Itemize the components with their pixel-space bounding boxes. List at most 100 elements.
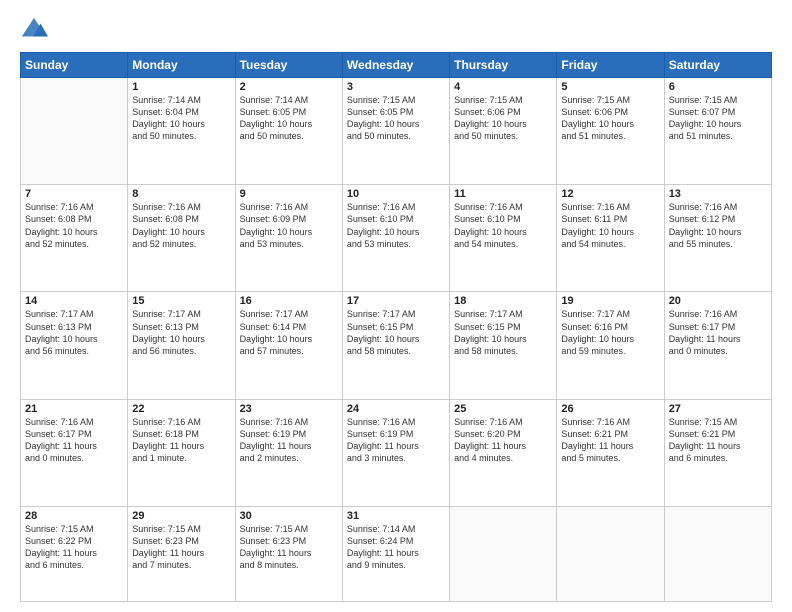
day-number: 9 xyxy=(240,188,338,200)
day-info: Sunrise: 7:17 AM Sunset: 6:13 PM Dayligh… xyxy=(132,308,230,357)
calendar-cell: 31Sunrise: 7:14 AM Sunset: 6:24 PM Dayli… xyxy=(342,506,449,601)
day-info: Sunrise: 7:15 AM Sunset: 6:21 PM Dayligh… xyxy=(669,416,767,465)
calendar-cell: 5Sunrise: 7:15 AM Sunset: 6:06 PM Daylig… xyxy=(557,78,664,185)
calendar-cell: 3Sunrise: 7:15 AM Sunset: 6:05 PM Daylig… xyxy=(342,78,449,185)
day-number: 24 xyxy=(347,403,445,415)
day-info: Sunrise: 7:17 AM Sunset: 6:13 PM Dayligh… xyxy=(25,308,123,357)
day-info: Sunrise: 7:14 AM Sunset: 6:24 PM Dayligh… xyxy=(347,523,445,572)
day-number: 26 xyxy=(561,403,659,415)
day-info: Sunrise: 7:16 AM Sunset: 6:11 PM Dayligh… xyxy=(561,201,659,250)
header xyxy=(20,16,772,44)
day-number: 25 xyxy=(454,403,552,415)
calendar-header-wednesday: Wednesday xyxy=(342,53,449,78)
day-number: 13 xyxy=(669,188,767,200)
page: SundayMondayTuesdayWednesdayThursdayFrid… xyxy=(0,0,792,612)
calendar-header-friday: Friday xyxy=(557,53,664,78)
day-number: 6 xyxy=(669,81,767,93)
day-info: Sunrise: 7:16 AM Sunset: 6:09 PM Dayligh… xyxy=(240,201,338,250)
day-info: Sunrise: 7:17 AM Sunset: 6:16 PM Dayligh… xyxy=(561,308,659,357)
day-info: Sunrise: 7:16 AM Sunset: 6:21 PM Dayligh… xyxy=(561,416,659,465)
calendar-header-monday: Monday xyxy=(128,53,235,78)
calendar-header-saturday: Saturday xyxy=(664,53,771,78)
day-number: 16 xyxy=(240,295,338,307)
day-info: Sunrise: 7:17 AM Sunset: 6:15 PM Dayligh… xyxy=(454,308,552,357)
day-info: Sunrise: 7:16 AM Sunset: 6:18 PM Dayligh… xyxy=(132,416,230,465)
day-info: Sunrise: 7:17 AM Sunset: 6:14 PM Dayligh… xyxy=(240,308,338,357)
calendar-cell: 18Sunrise: 7:17 AM Sunset: 6:15 PM Dayli… xyxy=(450,292,557,399)
day-info: Sunrise: 7:16 AM Sunset: 6:19 PM Dayligh… xyxy=(347,416,445,465)
calendar-cell: 28Sunrise: 7:15 AM Sunset: 6:22 PM Dayli… xyxy=(21,506,128,601)
day-info: Sunrise: 7:15 AM Sunset: 6:23 PM Dayligh… xyxy=(132,523,230,572)
calendar-cell xyxy=(450,506,557,601)
day-number: 20 xyxy=(669,295,767,307)
calendar-cell xyxy=(557,506,664,601)
day-number: 27 xyxy=(669,403,767,415)
day-info: Sunrise: 7:16 AM Sunset: 6:10 PM Dayligh… xyxy=(454,201,552,250)
calendar-cell: 17Sunrise: 7:17 AM Sunset: 6:15 PM Dayli… xyxy=(342,292,449,399)
day-number: 15 xyxy=(132,295,230,307)
calendar-week-row: 1Sunrise: 7:14 AM Sunset: 6:04 PM Daylig… xyxy=(21,78,772,185)
calendar-header-thursday: Thursday xyxy=(450,53,557,78)
calendar-cell: 20Sunrise: 7:16 AM Sunset: 6:17 PM Dayli… xyxy=(664,292,771,399)
logo xyxy=(20,16,52,44)
calendar-cell: 12Sunrise: 7:16 AM Sunset: 6:11 PM Dayli… xyxy=(557,185,664,292)
calendar-cell: 27Sunrise: 7:15 AM Sunset: 6:21 PM Dayli… xyxy=(664,399,771,506)
calendar-cell: 29Sunrise: 7:15 AM Sunset: 6:23 PM Dayli… xyxy=(128,506,235,601)
day-number: 12 xyxy=(561,188,659,200)
day-info: Sunrise: 7:15 AM Sunset: 6:07 PM Dayligh… xyxy=(669,94,767,143)
calendar-cell: 23Sunrise: 7:16 AM Sunset: 6:19 PM Dayli… xyxy=(235,399,342,506)
calendar-header-sunday: Sunday xyxy=(21,53,128,78)
calendar-header-row: SundayMondayTuesdayWednesdayThursdayFrid… xyxy=(21,53,772,78)
day-info: Sunrise: 7:16 AM Sunset: 6:20 PM Dayligh… xyxy=(454,416,552,465)
day-info: Sunrise: 7:15 AM Sunset: 6:05 PM Dayligh… xyxy=(347,94,445,143)
day-number: 8 xyxy=(132,188,230,200)
day-number: 17 xyxy=(347,295,445,307)
day-number: 10 xyxy=(347,188,445,200)
calendar-header-tuesday: Tuesday xyxy=(235,53,342,78)
day-info: Sunrise: 7:16 AM Sunset: 6:19 PM Dayligh… xyxy=(240,416,338,465)
day-number: 7 xyxy=(25,188,123,200)
calendar-week-row: 14Sunrise: 7:17 AM Sunset: 6:13 PM Dayli… xyxy=(21,292,772,399)
calendar-cell: 24Sunrise: 7:16 AM Sunset: 6:19 PM Dayli… xyxy=(342,399,449,506)
day-number: 29 xyxy=(132,510,230,522)
day-info: Sunrise: 7:15 AM Sunset: 6:06 PM Dayligh… xyxy=(454,94,552,143)
calendar-cell: 19Sunrise: 7:17 AM Sunset: 6:16 PM Dayli… xyxy=(557,292,664,399)
day-number: 18 xyxy=(454,295,552,307)
calendar-cell xyxy=(664,506,771,601)
day-number: 21 xyxy=(25,403,123,415)
calendar-cell: 15Sunrise: 7:17 AM Sunset: 6:13 PM Dayli… xyxy=(128,292,235,399)
day-info: Sunrise: 7:15 AM Sunset: 6:06 PM Dayligh… xyxy=(561,94,659,143)
day-number: 11 xyxy=(454,188,552,200)
calendar-cell: 14Sunrise: 7:17 AM Sunset: 6:13 PM Dayli… xyxy=(21,292,128,399)
day-number: 23 xyxy=(240,403,338,415)
calendar-cell: 7Sunrise: 7:16 AM Sunset: 6:08 PM Daylig… xyxy=(21,185,128,292)
calendar-cell: 11Sunrise: 7:16 AM Sunset: 6:10 PM Dayli… xyxy=(450,185,557,292)
calendar-cell: 21Sunrise: 7:16 AM Sunset: 6:17 PM Dayli… xyxy=(21,399,128,506)
calendar-cell: 13Sunrise: 7:16 AM Sunset: 6:12 PM Dayli… xyxy=(664,185,771,292)
calendar-cell: 30Sunrise: 7:15 AM Sunset: 6:23 PM Dayli… xyxy=(235,506,342,601)
day-number: 19 xyxy=(561,295,659,307)
calendar-cell: 9Sunrise: 7:16 AM Sunset: 6:09 PM Daylig… xyxy=(235,185,342,292)
calendar-cell: 26Sunrise: 7:16 AM Sunset: 6:21 PM Dayli… xyxy=(557,399,664,506)
calendar-cell: 6Sunrise: 7:15 AM Sunset: 6:07 PM Daylig… xyxy=(664,78,771,185)
calendar-cell: 8Sunrise: 7:16 AM Sunset: 6:08 PM Daylig… xyxy=(128,185,235,292)
day-info: Sunrise: 7:14 AM Sunset: 6:05 PM Dayligh… xyxy=(240,94,338,143)
day-info: Sunrise: 7:14 AM Sunset: 6:04 PM Dayligh… xyxy=(132,94,230,143)
day-number: 14 xyxy=(25,295,123,307)
day-info: Sunrise: 7:16 AM Sunset: 6:10 PM Dayligh… xyxy=(347,201,445,250)
calendar-week-row: 21Sunrise: 7:16 AM Sunset: 6:17 PM Dayli… xyxy=(21,399,772,506)
day-number: 1 xyxy=(132,81,230,93)
day-number: 2 xyxy=(240,81,338,93)
calendar-cell: 4Sunrise: 7:15 AM Sunset: 6:06 PM Daylig… xyxy=(450,78,557,185)
day-number: 3 xyxy=(347,81,445,93)
day-number: 30 xyxy=(240,510,338,522)
day-number: 31 xyxy=(347,510,445,522)
day-info: Sunrise: 7:15 AM Sunset: 6:23 PM Dayligh… xyxy=(240,523,338,572)
calendar-cell: 2Sunrise: 7:14 AM Sunset: 6:05 PM Daylig… xyxy=(235,78,342,185)
day-info: Sunrise: 7:16 AM Sunset: 6:17 PM Dayligh… xyxy=(669,308,767,357)
calendar-cell: 1Sunrise: 7:14 AM Sunset: 6:04 PM Daylig… xyxy=(128,78,235,185)
calendar-cell: 25Sunrise: 7:16 AM Sunset: 6:20 PM Dayli… xyxy=(450,399,557,506)
calendar-cell xyxy=(21,78,128,185)
calendar-week-row: 28Sunrise: 7:15 AM Sunset: 6:22 PM Dayli… xyxy=(21,506,772,601)
day-number: 28 xyxy=(25,510,123,522)
